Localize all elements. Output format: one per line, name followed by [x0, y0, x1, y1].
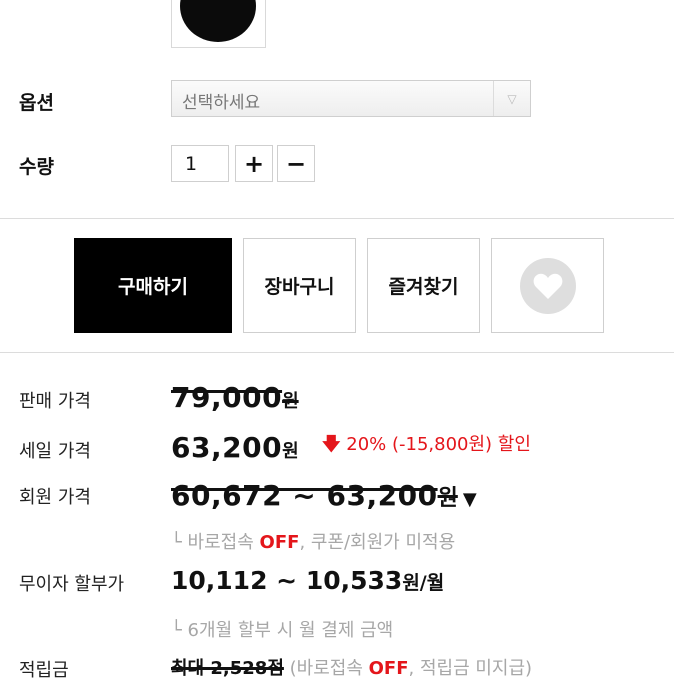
quantity-decrease-button[interactable]: −: [277, 145, 315, 182]
sale-price-value: 79,000: [171, 381, 283, 414]
divider: [0, 352, 674, 353]
off-badge: OFF: [368, 658, 409, 679]
quantity-input[interactable]: 1: [171, 145, 229, 182]
member-price-value: 60,672 ~ 63,200: [171, 479, 438, 512]
divider: [0, 218, 674, 219]
favorites-button[interactable]: 즐겨찾기: [367, 238, 480, 333]
installment-note: └ 6개월 할부 시 월 결제 금액: [171, 620, 394, 641]
heart-icon-shape: [533, 273, 562, 299]
installment-label: 무이자 할부가: [19, 574, 125, 595]
sale-price: 79,000원: [171, 381, 299, 414]
sale-price-unit: 원: [282, 391, 299, 412]
off-badge: OFF: [259, 532, 300, 553]
discount-price-label: 세일 가격: [19, 441, 91, 462]
points-label: 적립금: [19, 660, 69, 681]
chevron-down-icon: ▽: [493, 81, 530, 116]
discount-price-unit: 원: [282, 441, 299, 462]
like-button[interactable]: [491, 238, 604, 333]
installment-unit: 원/월: [402, 572, 445, 594]
discount-info: 🡇 20% (-15,800원) 할인: [322, 430, 531, 462]
heart-icon: [519, 257, 576, 314]
quantity-increase-button[interactable]: +: [235, 145, 273, 182]
sale-price-label: 판매 가격: [19, 391, 91, 412]
member-price-label: 회원 가격: [19, 487, 91, 508]
product-thumbnail[interactable]: [171, 0, 266, 48]
points-value: 최대 2,528점: [171, 658, 284, 679]
option-select[interactable]: 선택하세요 ▽: [171, 80, 531, 117]
option-label: 옵션: [19, 92, 54, 114]
member-price[interactable]: 60,672 ~ 63,200원 ▼: [171, 479, 477, 512]
discount-price: 63,200원: [171, 431, 299, 464]
member-price-note: └ 바로접속 OFF, 쿠폰/회원가 미적용: [171, 532, 456, 553]
buy-button[interactable]: 구매하기: [74, 238, 232, 333]
arrow-down-icon: 🡇: [322, 434, 341, 455]
caret-down-icon[interactable]: ▼: [463, 489, 477, 510]
discount-price-value: 63,200: [171, 431, 283, 464]
member-price-unit: 원: [437, 486, 458, 511]
points-info: 최대 2,528점 (바로접속 OFF, 적립금 미지급): [171, 658, 533, 679]
cart-button[interactable]: 장바구니: [243, 238, 356, 333]
product-image: [180, 0, 256, 42]
option-select-value: 선택하세요: [182, 93, 261, 113]
installment-price: 10,112 ~ 10,533원/월: [171, 566, 444, 595]
discount-text: 20% (-15,800원) 할인: [346, 434, 531, 455]
installment-value: 10,112 ~ 10,533: [171, 566, 403, 595]
quantity-label: 수량: [19, 156, 54, 178]
